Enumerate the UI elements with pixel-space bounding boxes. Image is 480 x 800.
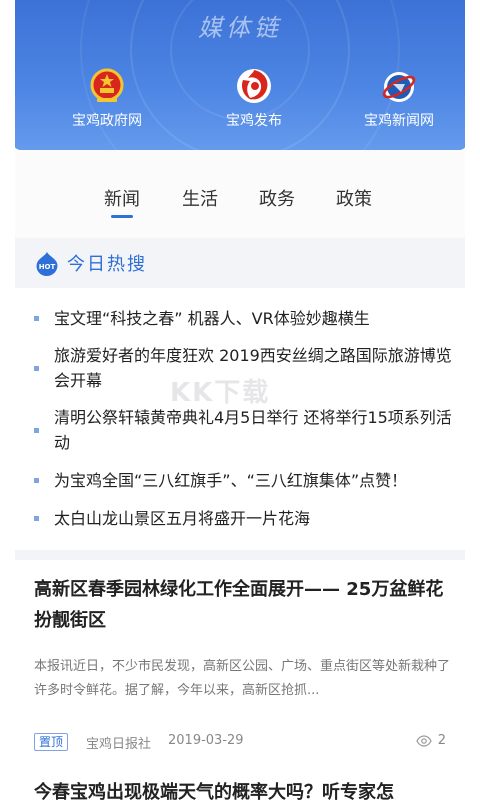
bullet-icon: [34, 316, 39, 321]
active-tab-indicator: [111, 215, 133, 218]
category-tabs: 新闻 生活 政务 政策: [0, 185, 480, 225]
bullet-icon: [34, 366, 39, 371]
tab-news[interactable]: 新闻: [92, 185, 152, 211]
watermark: KK下载: [170, 378, 271, 408]
section-divider: [15, 550, 465, 560]
portal-link-government[interactable]: 宝鸡政府网: [52, 66, 162, 130]
portal-link-release[interactable]: 宝鸡发布: [199, 66, 309, 130]
bullet-icon: [34, 428, 39, 433]
portal-link-news[interactable]: 宝鸡新闻网: [344, 66, 454, 130]
tab-government-affairs[interactable]: 政务: [247, 185, 307, 211]
portal-label: 宝鸡政府网: [72, 113, 142, 129]
hot-icon-text: HOT: [39, 263, 56, 271]
hot-search-title: 今日热搜: [67, 254, 147, 275]
app-title: 媒体链: [198, 14, 282, 42]
hot-search-header: HOT 今日热搜: [15, 238, 465, 288]
hot-search-item-text: 宝文理“科技之春” 机器人、VR体验妙趣横生: [54, 309, 370, 328]
hot-search-item-text: 太白山龙山景区五月将盛开一片花海: [54, 509, 311, 528]
article-title[interactable]: 高新区春季园林绿化工作全面展开—— 25万盆鲜花扮靓街区: [34, 574, 454, 636]
bullet-icon: [34, 516, 39, 521]
tab-life[interactable]: 生活: [170, 185, 230, 211]
portal-label: 宝鸡发布: [226, 113, 282, 129]
view-count: 2: [437, 733, 446, 748]
hot-search-item-text: 清明公祭轩辕黄帝典礼4月5日举行 还将举行15项系列活动: [54, 408, 452, 452]
national-emblem-icon: [90, 68, 124, 102]
article-meta: 置顶 宝鸡日报社 2019-03-29 2: [34, 732, 446, 754]
blue-globe-logo-icon: [382, 72, 416, 102]
eye-icon: [416, 735, 432, 747]
hot-search-item-text: 为宝鸡全国“三八红旗手”、“三八红旗集体”点赞！: [54, 471, 408, 490]
hot-badge-icon: HOT: [36, 252, 58, 276]
article-date: 2019-03-29: [168, 733, 244, 748]
article-summary[interactable]: 本报讯近日，不少市民发现，高新区公园、广场、重点街区等处新栽种了许多时令鲜花。据…: [34, 655, 454, 703]
red-swirl-logo-icon: [237, 69, 271, 103]
bullet-icon: [34, 478, 39, 483]
pinned-badge: 置顶: [34, 733, 69, 751]
portal-label: 宝鸡新闻网: [364, 113, 434, 129]
tab-policy[interactable]: 政策: [324, 185, 384, 211]
article-title[interactable]: 今春宝鸡出现极端天气的概率大吗？听专家怎: [34, 778, 454, 800]
article-source: 宝鸡日报社: [86, 737, 152, 752]
header-banner: 媒体链 宝鸡政府网 宝鸡发布 宝鸡新闻网: [15, 0, 465, 162]
